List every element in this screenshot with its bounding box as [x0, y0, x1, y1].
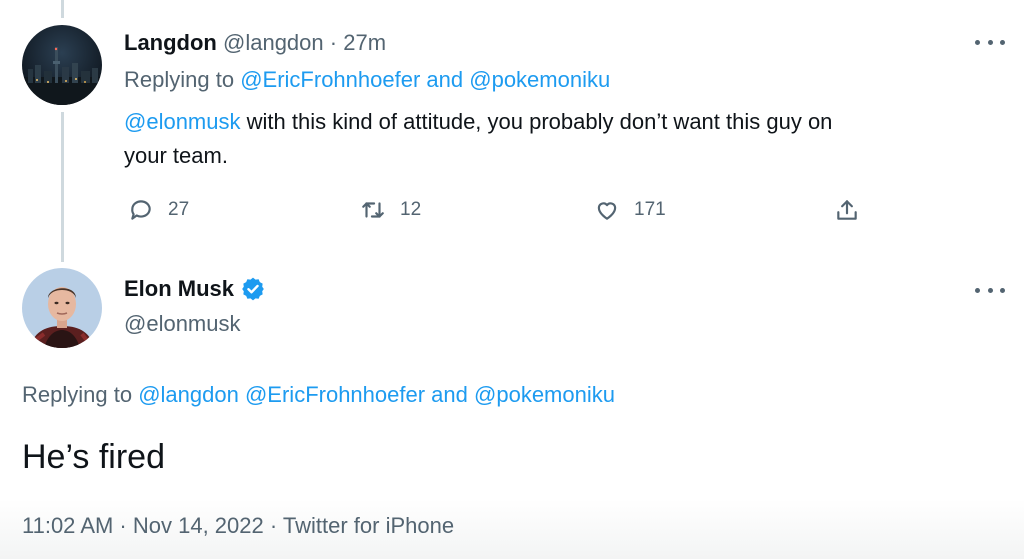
like-button[interactable]: 171 [594, 196, 666, 224]
share-button[interactable] [834, 196, 874, 224]
reply-header: Langdon @langdon · 27m [124, 30, 386, 56]
replying-to-label: Replying to [124, 67, 235, 92]
reply-author-handle[interactable]: @langdon [223, 30, 324, 55]
replying-to-label: Replying to [22, 382, 133, 407]
mention-langdon[interactable]: @langdon [138, 382, 239, 407]
thread-line-connector [61, 112, 64, 262]
retweet-icon [362, 202, 384, 218]
reply-body: @elonmusk with this kind of attitude, yo… [124, 105, 1004, 173]
reply-replying-to: Replying to @EricFrohnhoefer and @pokemo… [124, 67, 610, 93]
thread-line-top [61, 0, 64, 18]
mention-ericfrohnhoefer[interactable]: @EricFrohnhoefer [240, 67, 420, 92]
main-author-name[interactable]: Elon Musk [124, 276, 234, 302]
more-icon [975, 287, 980, 293]
reply-more-button[interactable] [975, 32, 1005, 52]
main-more-button[interactable] [975, 280, 1005, 300]
reply-author-name[interactable]: Langdon [124, 30, 217, 55]
reply-body-line1: with this kind of attitude, you probably… [246, 109, 833, 134]
like-count: 171 [634, 199, 666, 220]
reply-icon [131, 200, 151, 220]
share-icon [837, 200, 857, 220]
main-author-handle[interactable]: @elonmusk [124, 311, 241, 337]
reply-button[interactable]: 27 [128, 196, 189, 224]
mention-pokemoniku[interactable]: @pokemoniku [474, 382, 615, 407]
langdon-avatar[interactable] [22, 25, 102, 105]
replying-and: and [426, 67, 464, 92]
retweet-button[interactable]: 12 [360, 196, 421, 224]
more-icon [975, 39, 980, 45]
retweet-count: 12 [400, 199, 422, 220]
reply-count: 27 [168, 199, 190, 220]
main-tweet-text: He’s fired [22, 438, 165, 476]
header-separator: · [329, 30, 338, 55]
main-replying-to: Replying to @langdon @EricFrohnhoefer an… [22, 382, 615, 408]
mention-pokemoniku[interactable]: @pokemoniku [469, 67, 610, 92]
mention-elonmusk[interactable]: @elonmusk [124, 109, 241, 134]
main-author-row: Elon Musk [124, 276, 266, 302]
verified-badge-icon [242, 277, 264, 301]
tweet-meta[interactable]: 11:02 AM · Nov 14, 2022 · Twitter for iP… [22, 513, 454, 539]
elonmusk-avatar[interactable] [22, 268, 102, 348]
reply-timestamp[interactable]: 27m [343, 30, 386, 55]
replying-and: and [431, 382, 468, 407]
reply-body-line2: your team. [124, 143, 228, 168]
like-icon [597, 202, 617, 220]
mention-ericfrohnhoefer[interactable]: @EricFrohnhoefer [245, 382, 425, 407]
